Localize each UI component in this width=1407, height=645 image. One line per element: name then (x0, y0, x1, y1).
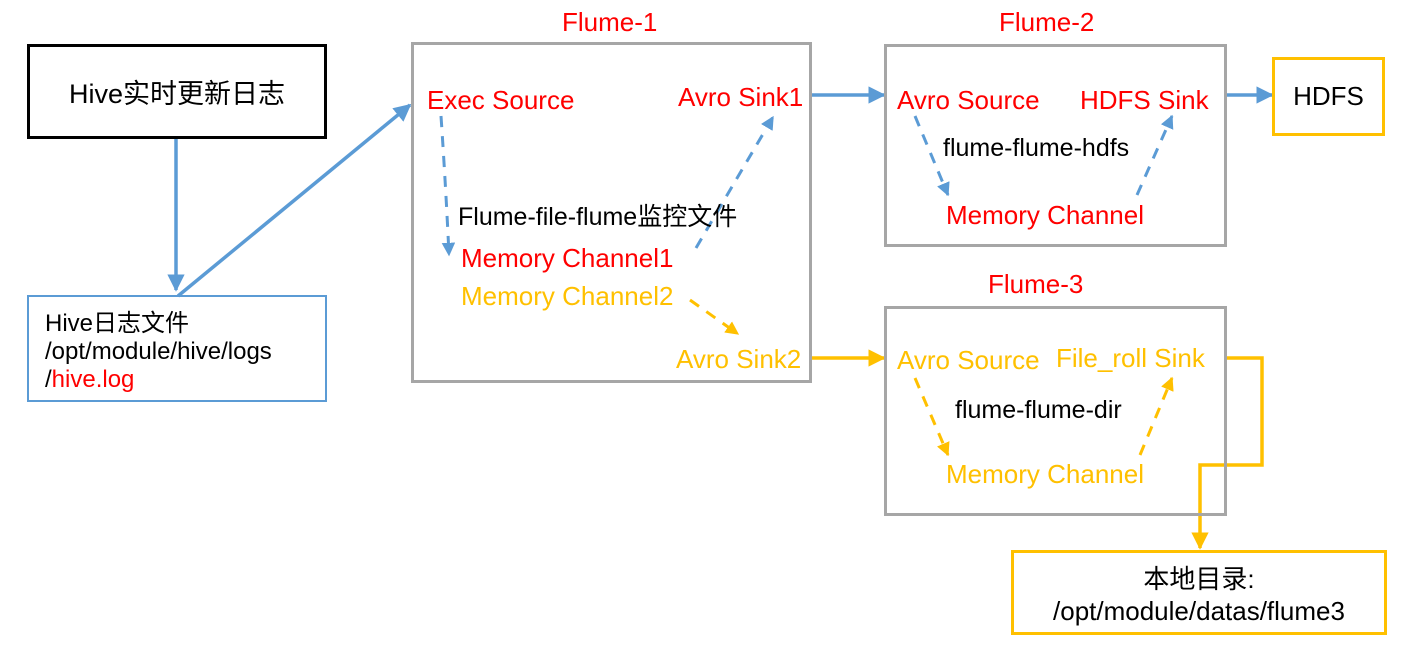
flume3-config-label: flume-flume-dir (955, 396, 1122, 424)
source-box-label: Hive实时更新日志 (68, 79, 285, 109)
hdfs-box[interactable]: HDFS (1272, 57, 1385, 136)
local-dir-box[interactable]: 本地目录: /opt/module/datas/flume3 (1011, 550, 1387, 635)
flume1-channel2-label: Memory Channel2 (461, 281, 674, 311)
log-file-box[interactable]: Hive日志文件 /opt/module/hive/logs /hive.log (27, 295, 327, 402)
log-file-name: hive.log (51, 366, 135, 393)
log-file-line3: /hive.log (45, 366, 134, 394)
flume3-title: Flume-3 (988, 269, 1084, 299)
flume1-exec-source-label: Exec Source (427, 85, 575, 115)
source-box[interactable]: Hive实时更新日志 (27, 44, 327, 139)
flume1-title: Flume-1 (562, 7, 658, 37)
flume1-avro-sink2-label: Avro Sink2 (676, 344, 802, 374)
flume2-title: Flume-2 (999, 7, 1095, 37)
diagram-canvas: Hive日志文件 box (vertical) --> Flume-1 Exec… (0, 0, 1407, 645)
flume3-file-roll-sink-label: File_roll Sink (1056, 343, 1205, 373)
flume2-channel-label: Memory Channel (946, 200, 1144, 230)
flume1-avro-sink1-label: Avro Sink1 (678, 82, 804, 112)
log-file-line2: /opt/module/hive/logs (45, 338, 272, 365)
log-file-line3-prefix: / (45, 366, 52, 393)
flume3-channel-label: Memory Channel (946, 459, 1144, 489)
flume3-avro-source-label: Avro Source (897, 345, 1040, 375)
local-dir-line2: /opt/module/datas/flume3 (1053, 595, 1345, 626)
flume2-avro-source-label: Avro Source (897, 85, 1040, 115)
local-dir-line1: 本地目录: (1143, 563, 1255, 594)
log-file-line1: Hive日志文件 (45, 310, 190, 337)
flume1-channel1-label: Memory Channel1 (461, 243, 674, 273)
flume2-config-label: flume-flume-hdfs (943, 134, 1130, 162)
hdfs-box-label: HDFS (1293, 81, 1364, 111)
flume2-hdfs-sink-label: HDFS Sink (1080, 85, 1209, 115)
flume1-config-label: Flume-file-flume监控文件 (458, 203, 738, 231)
